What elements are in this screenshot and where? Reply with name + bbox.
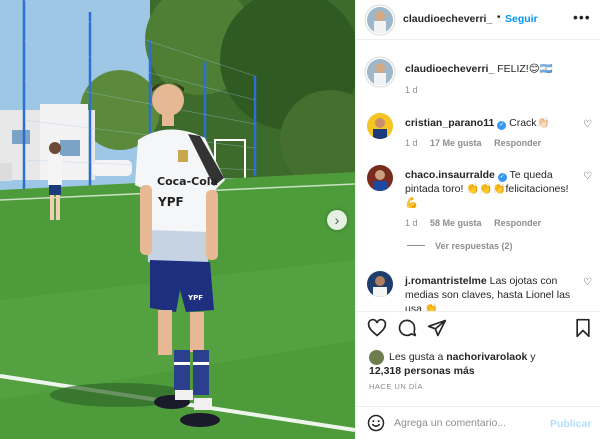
- likes-prefix: Les gusta a: [389, 351, 444, 363]
- view-replies-button[interactable]: Ver respuestas (2): [407, 241, 513, 251]
- avatar-image: [367, 271, 393, 297]
- caption-username[interactable]: claudioecheverri_: [405, 63, 494, 75]
- avatar-image: [367, 59, 393, 85]
- bookmark-icon[interactable]: [574, 318, 592, 338]
- view-replies-label: Ver respuestas (2): [435, 241, 513, 251]
- post-time[interactable]: HACE UN DÍA: [369, 382, 423, 391]
- comment-username[interactable]: j.romantristelme: [405, 275, 487, 287]
- caption-time: 1 d: [405, 85, 418, 95]
- replies-divider: [407, 245, 425, 246]
- more-options-icon[interactable]: •••: [573, 9, 591, 25]
- svg-text:Coca‑Cola: Coca‑Cola: [157, 175, 218, 188]
- next-photo-button[interactable]: ›: [327, 210, 347, 230]
- post-comment-button[interactable]: Publicar: [550, 418, 591, 430]
- comment-text: chaco.insaurralde ✓ Te queda pintada tor…: [405, 168, 580, 210]
- caption-body: FELIZ!😊🇦🇷: [497, 63, 553, 75]
- share-icon[interactable]: [427, 318, 447, 338]
- comment-icon[interactable]: [397, 318, 417, 338]
- commenter-avatar[interactable]: [367, 271, 393, 297]
- heart-icon[interactable]: ♡: [583, 277, 592, 288]
- chevron-right-icon: ›: [334, 212, 340, 228]
- comment-likes[interactable]: 58 Me gusta: [430, 218, 482, 228]
- caption-meta: 1 d: [405, 85, 428, 95]
- comment-input[interactable]: [394, 413, 544, 433]
- comment-meta: 1 d 58 Me gusta Responder: [405, 218, 551, 228]
- add-comment-bar: Publicar: [356, 406, 600, 438]
- comment-likes[interactable]: 17 Me gusta: [430, 138, 482, 148]
- heart-icon[interactable]: ♡: [583, 171, 592, 182]
- commenter-avatar[interactable]: [367, 165, 393, 191]
- caption-text: claudioecheverri_ FELIZ!😊🇦🇷: [405, 62, 580, 76]
- heart-icon[interactable]: [367, 318, 387, 338]
- avatar-image: [367, 165, 393, 191]
- caption-avatar[interactable]: [367, 59, 393, 85]
- comments-list[interactable]: claudioecheverri_ FELIZ!😊🇦🇷 1 d cristian…: [356, 41, 600, 311]
- avatar-image: [367, 113, 393, 139]
- photo-illustration: Coca‑Cola YPF YPF: [0, 0, 355, 439]
- likes-middle: y: [530, 351, 536, 363]
- liker-avatar[interactable]: [369, 350, 384, 365]
- heart-icon[interactable]: ♡: [583, 119, 592, 130]
- emoji-icon[interactable]: [367, 414, 385, 432]
- comment-time: 1 d: [405, 138, 418, 148]
- comment-meta: 1 d 17 Me gusta Responder: [405, 138, 551, 148]
- comment-username[interactable]: chaco.insaurralde: [405, 169, 495, 181]
- likes-line-1: Les gusta a nachorivarolaok y: [389, 350, 536, 364]
- comment-body: Crack👏🏻: [509, 117, 550, 129]
- reply-button[interactable]: Responder: [494, 218, 541, 228]
- svg-text:YPF: YPF: [187, 294, 203, 302]
- liker-username[interactable]: nachorivarolaok: [446, 351, 527, 363]
- likes-line-2: 12,318 personas más: [369, 364, 475, 378]
- avatar-image: [367, 7, 393, 33]
- post-actions: Les gusta a nachorivarolaok y 12,318 per…: [356, 311, 600, 437]
- author-username[interactable]: claudioecheverri_: [403, 13, 492, 25]
- comment-text: j.romantristelme Las ojotas con medias s…: [405, 274, 580, 311]
- comment-username[interactable]: cristian_parano11: [405, 117, 494, 129]
- verified-icon: ✓: [497, 173, 507, 182]
- svg-text:YPF: YPF: [157, 195, 184, 209]
- commenter-avatar[interactable]: [367, 113, 393, 139]
- post-sidebar: claudioecheverri_ • Seguir ••• claudioec…: [355, 0, 600, 439]
- post-photo: Coca‑Cola YPF YPF ›: [0, 0, 355, 439]
- comment-time: 1 d: [405, 218, 418, 228]
- header-separator: •: [497, 12, 501, 23]
- comment-text: cristian_parano11 ✓ Crack👏🏻: [405, 116, 580, 130]
- likes-count[interactable]: 12,318 personas más: [369, 365, 475, 377]
- follow-button[interactable]: Seguir: [505, 13, 538, 25]
- post-header: claudioecheverri_ • Seguir •••: [356, 0, 600, 40]
- reply-button[interactable]: Responder: [494, 138, 541, 148]
- verified-icon: ✓: [497, 121, 507, 130]
- author-avatar[interactable]: [367, 7, 393, 33]
